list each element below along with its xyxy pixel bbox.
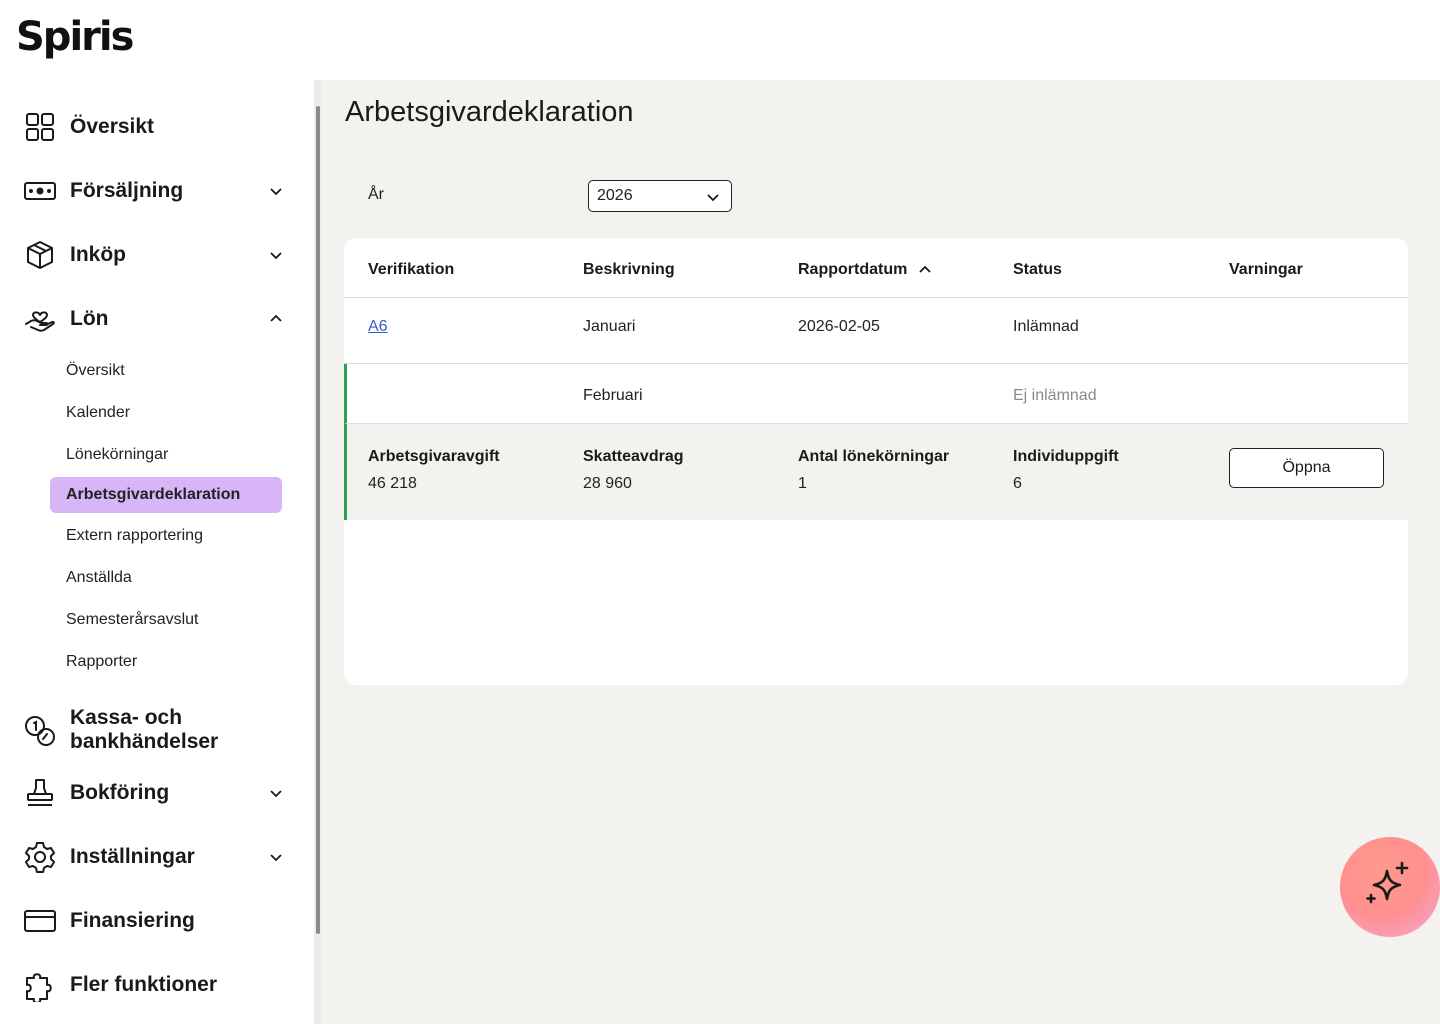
cell-status: Inlämnad [1013, 318, 1079, 335]
year-label: År [368, 186, 384, 203]
main-content: Arbetsgivardeklaration År 2026 Verifikat… [321, 80, 1440, 1024]
sidebar-item-inkop[interactable]: Inköp [22, 231, 292, 279]
detail-value-arbetsgivaravgift: 46 218 [368, 475, 417, 492]
year-select-value: 2026 [597, 187, 633, 204]
sidebar-subitem-semesterarsavslut[interactable]: Semesterårsavslut [50, 602, 282, 638]
sidebar-subitem-arbetsgivardeklaration[interactable]: Arbetsgivardeklaration [50, 477, 282, 513]
cell-beskrivning: Februari [583, 387, 643, 404]
sidebar-item-lon[interactable]: Lön [22, 295, 292, 343]
sidebar-item-kassa-bank[interactable]: Kassa- och bankhändelser [22, 704, 292, 756]
sidebar-item-label: Fler funktioner [70, 973, 218, 996]
sidebar-item-fler-funktioner[interactable]: Fler funktioner [22, 961, 292, 1009]
page-title: Arbetsgivardeklaration [345, 96, 634, 128]
detail-label-individuppgift: Individuppgift [1013, 448, 1119, 465]
gear-icon [22, 839, 58, 875]
box-icon [22, 237, 58, 273]
sidebar-item-oversikt[interactable]: Översikt [22, 103, 292, 151]
verifikation-link[interactable]: A6 [368, 318, 388, 336]
stamp-icon [22, 775, 58, 811]
sidebar-item-label: Finansiering [70, 909, 195, 932]
chevron-up-icon[interactable] [268, 311, 284, 327]
coins-icon [22, 712, 58, 748]
sidebar-item-bokforing[interactable]: Bokföring [22, 769, 292, 817]
puzzle-icon [22, 967, 58, 1003]
detail-label-skatteavdrag: Skatteavdrag [583, 448, 684, 465]
sidebar-item-label: Inställningar [70, 845, 195, 868]
column-header-status[interactable]: Status [1013, 261, 1062, 279]
chevron-down-icon[interactable] [268, 849, 284, 865]
sidebar-subitem-extern-rapportering[interactable]: Extern rapportering [50, 518, 282, 554]
detail-value-antal-lonekorningar: 1 [798, 475, 807, 492]
chevron-down-icon[interactable] [268, 247, 284, 263]
sidebar-item-label: Kassa- och bankhändelser [70, 706, 219, 753]
sidebar-subitem-kalender[interactable]: Kalender [50, 395, 282, 431]
hand-heart-icon [22, 301, 58, 337]
sidebar-item-label: Inköp [70, 243, 126, 266]
ai-assistant-button[interactable] [1340, 837, 1440, 937]
detail-label-antal-lonekorningar: Antal lönekörningar [798, 448, 950, 465]
table-row-expanded[interactable]: Februari Ej inlämnad [344, 364, 1408, 424]
sort-ascending-icon[interactable] [917, 262, 933, 278]
table-row[interactable]: A6 Januari 2026-02-05 Inlämnad [344, 298, 1408, 364]
column-header-beskrivning[interactable]: Beskrivning [583, 261, 675, 279]
column-header-label: Rapportdatum [798, 261, 908, 278]
sidebar-item-label: Översikt [70, 115, 155, 138]
sidebar-item-finansiering[interactable]: Finansiering [22, 897, 292, 945]
detail-value-individuppgift: 6 [1013, 475, 1022, 492]
sidebar-subitem-anstallda[interactable]: Anställda [50, 560, 282, 596]
chevron-down-icon[interactable] [268, 785, 284, 801]
column-header-verifikation[interactable]: Verifikation [368, 261, 454, 279]
chevron-down-icon[interactable] [268, 183, 284, 199]
brand-logo[interactable]: Spiris [16, 14, 134, 60]
cell-beskrivning: Januari [583, 318, 636, 335]
detail-value-skatteavdrag: 28 960 [583, 475, 632, 492]
column-header-varningar[interactable]: Varningar [1229, 261, 1303, 279]
sidebar-item-label: Bokföring [70, 781, 170, 804]
detail-label-arbetsgivaravgift: Arbetsgivaravgift [368, 448, 500, 465]
sidebar-item-label: Försäljning [70, 179, 184, 202]
cell-status: Ej inlämnad [1013, 387, 1097, 404]
sidebar-subitem-oversikt[interactable]: Översikt [50, 353, 282, 389]
sidebar-scrollbar[interactable] [314, 80, 321, 1024]
sidebar-scrollbar-thumb[interactable] [316, 106, 320, 934]
declaration-table: Verifikation Beskrivning Rapportdatum St… [344, 238, 1408, 685]
row-details-panel: Arbetsgivaravgift 46 218 Skatteavdrag 28… [344, 424, 1408, 520]
sidebar-item-label: Lön [70, 307, 109, 330]
sidebar: Översikt Försäljning Inköp Lön Översikt … [0, 80, 314, 1024]
column-header-rapportdatum[interactable]: Rapportdatum [798, 261, 933, 279]
chevron-down-icon [707, 194, 719, 202]
table-header: Verifikation Beskrivning Rapportdatum St… [344, 238, 1408, 298]
year-select[interactable]: 2026 [588, 180, 732, 212]
sidebar-item-forsaljning[interactable]: Försäljning [22, 167, 292, 215]
sidebar-item-installningar[interactable]: Inställningar [22, 833, 292, 881]
sidebar-subitem-lonekorningar[interactable]: Lönekörningar [50, 437, 282, 473]
open-button[interactable]: Öppna [1229, 448, 1384, 488]
cell-rapportdatum: 2026-02-05 [798, 318, 880, 335]
sparkle-icon [1366, 861, 1409, 904]
cash-icon [22, 173, 58, 209]
card-icon [22, 903, 58, 939]
sidebar-subitem-rapporter[interactable]: Rapporter [50, 644, 282, 680]
grid-icon [22, 109, 58, 145]
